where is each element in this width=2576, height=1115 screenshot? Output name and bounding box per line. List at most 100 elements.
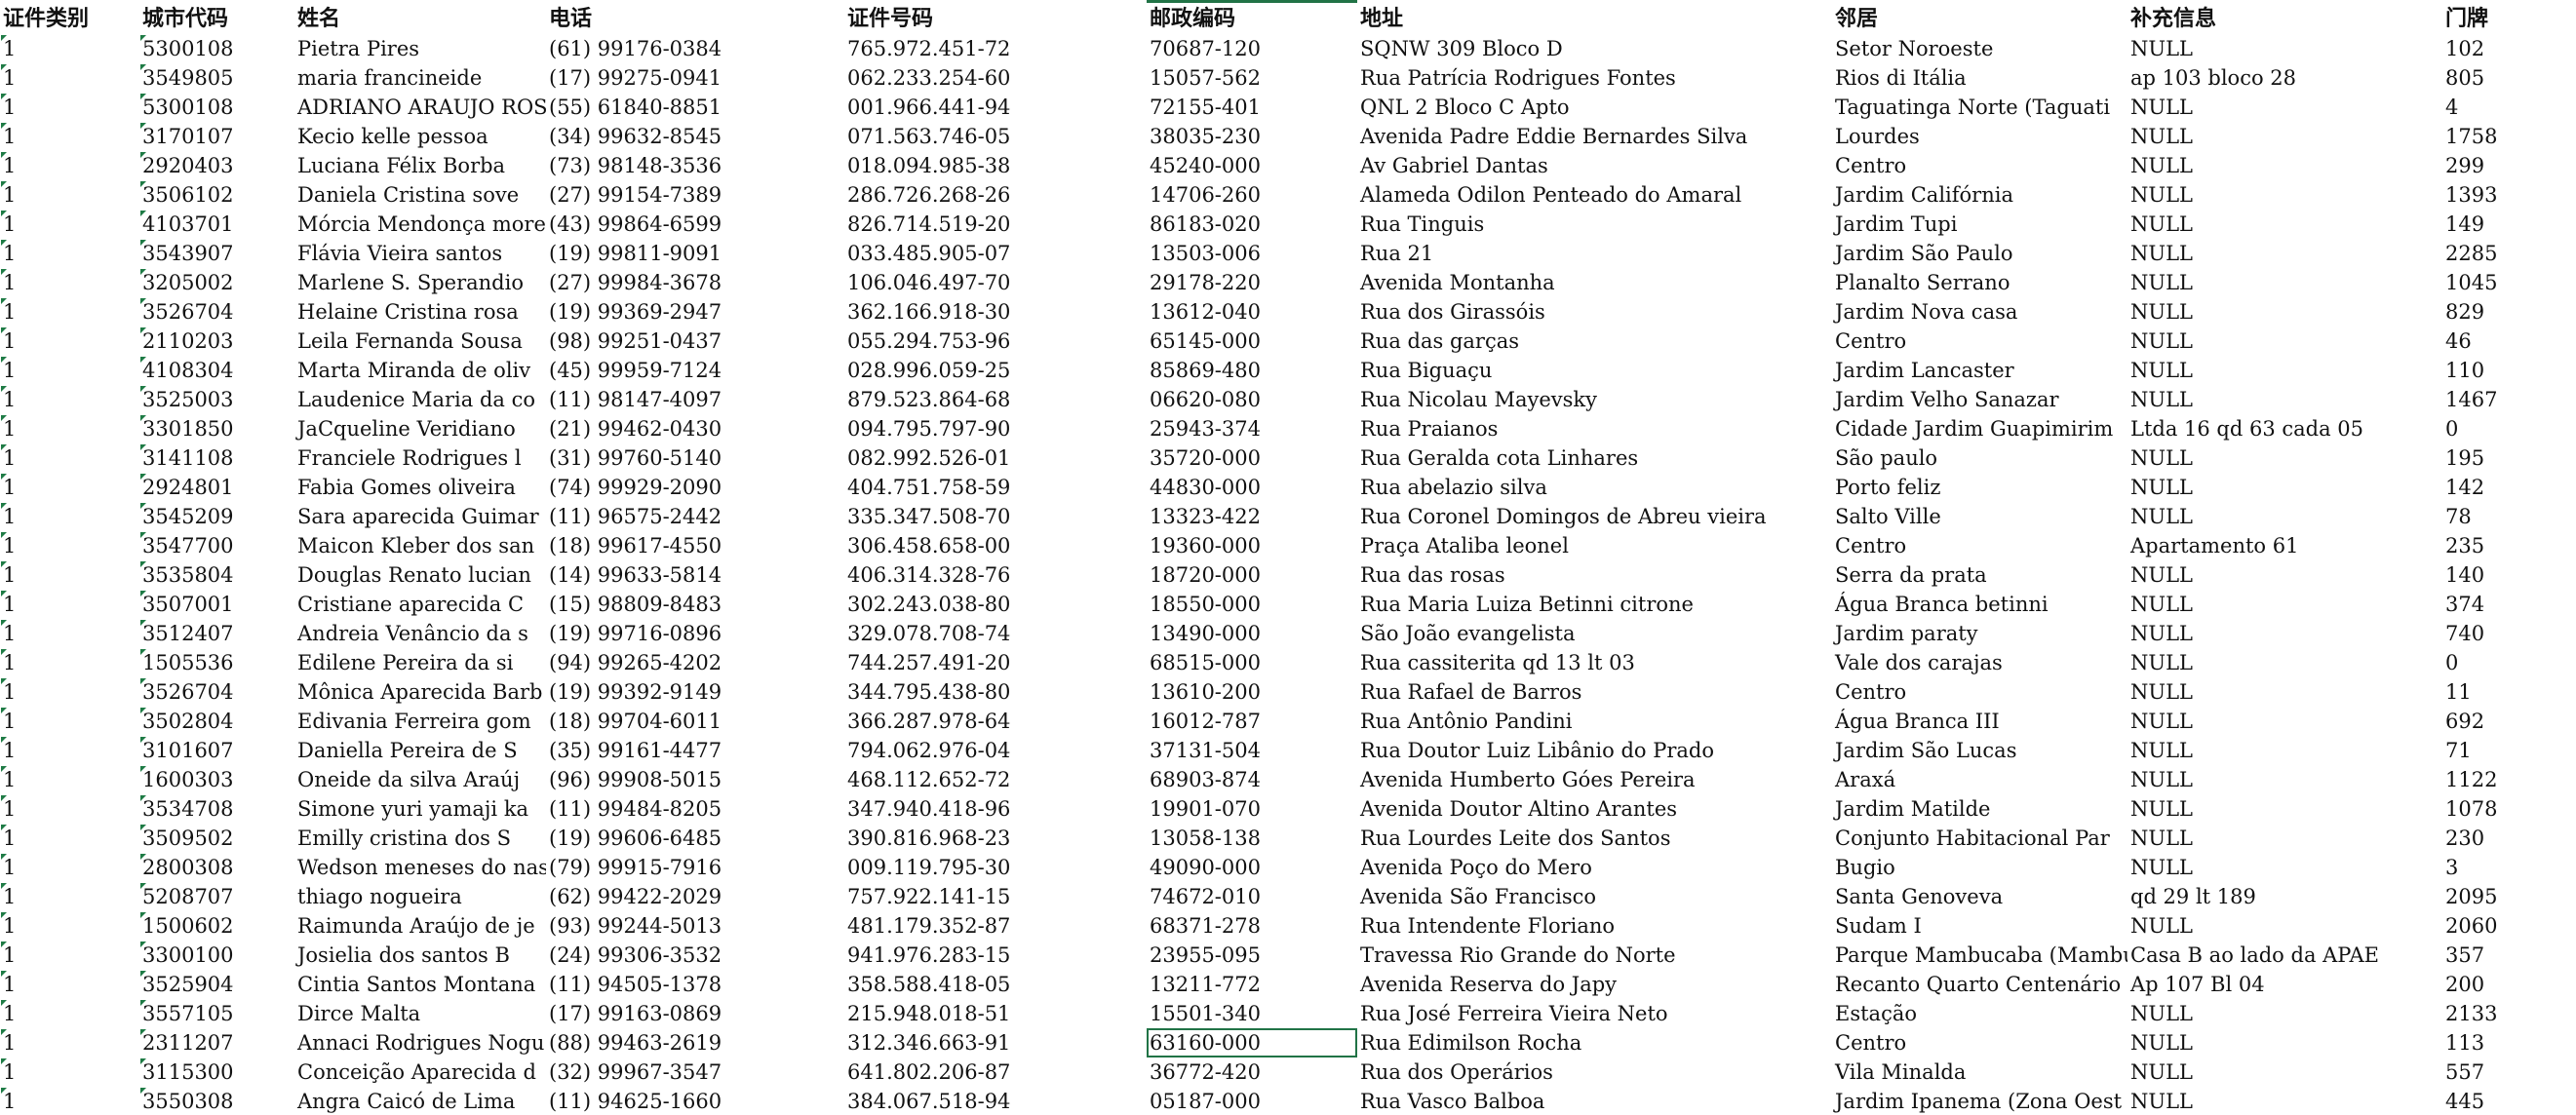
cell-address[interactable]: Rua Lourdes Leite dos Santos bbox=[1357, 824, 1832, 853]
cell-id-type[interactable]: 1 bbox=[0, 151, 139, 180]
cell-address[interactable]: Rua Praianos bbox=[1357, 414, 1832, 443]
cell-house-number[interactable]: 102 bbox=[2442, 34, 2576, 63]
spreadsheet-grid[interactable]: 证件类别 城市代码 姓名 电话 证件号码 邮政编码 地址 邻居 补充信息 门牌 1 5300108 Pi… bbox=[0, 0, 2576, 1115]
cell-city-code[interactable]: 5208707 bbox=[139, 882, 294, 911]
cell-postal-code[interactable]: 68515-000 bbox=[1147, 648, 1357, 677]
cell-house-number[interactable]: 113 bbox=[2442, 1028, 2576, 1057]
cell-name[interactable]: Laudenice Maria da co bbox=[294, 385, 546, 414]
cell-city-code[interactable]: 4103701 bbox=[139, 210, 294, 239]
cell-postal-code[interactable]: 63160-000 bbox=[1147, 1028, 1357, 1057]
cell-phone[interactable]: (11) 99484-8205 bbox=[546, 794, 844, 824]
cell-address[interactable]: SQNW 309 Bloco D bbox=[1357, 34, 1832, 63]
cell-name[interactable]: Mônica Aparecida Barb bbox=[294, 677, 546, 707]
cell-neighborhood[interactable]: Vila Minalda bbox=[1832, 1057, 2127, 1087]
cell-neighborhood[interactable]: Jardim Lancaster bbox=[1832, 356, 2127, 385]
cell-id-type[interactable]: 1 bbox=[0, 502, 139, 531]
cell-address[interactable]: Praça Ataliba leonel bbox=[1357, 531, 1832, 560]
cell-address[interactable]: Avenida Montanha bbox=[1357, 268, 1832, 297]
cell-id-type[interactable]: 1 bbox=[0, 1057, 139, 1087]
cell-neighborhood[interactable]: Serra da prata bbox=[1832, 560, 2127, 590]
cell-document-number[interactable]: 468.112.652-72 bbox=[844, 765, 1147, 794]
table-row[interactable]: 1 3115300 Conceição Aparecida d (32) 99967-… bbox=[0, 1057, 2576, 1087]
cell-phone[interactable]: (11) 98147-4097 bbox=[546, 385, 844, 414]
cell-name[interactable]: ADRIANO ARAUJO ROSA bbox=[294, 93, 546, 122]
cell-document-number[interactable]: 215.948.018-51 bbox=[844, 999, 1147, 1028]
cell-city-code[interactable]: 3115300 bbox=[139, 1057, 294, 1087]
cell-neighborhood[interactable]: Setor Noroeste bbox=[1832, 34, 2127, 63]
cell-city-code[interactable]: 1600303 bbox=[139, 765, 294, 794]
cell-house-number[interactable]: 1078 bbox=[2442, 794, 2576, 824]
cell-neighborhood[interactable]: Bugio bbox=[1832, 853, 2127, 882]
cell-document-number[interactable]: 744.257.491-20 bbox=[844, 648, 1147, 677]
cell-house-number[interactable]: 374 bbox=[2442, 590, 2576, 619]
cell-id-type[interactable]: 1 bbox=[0, 297, 139, 327]
cell-id-type[interactable]: 1 bbox=[0, 1028, 139, 1057]
cell-address[interactable]: Rua Patrícia Rodrigues Fontes bbox=[1357, 63, 1832, 93]
cell-complement[interactable]: NULL bbox=[2127, 1028, 2442, 1057]
cell-id-type[interactable]: 1 bbox=[0, 970, 139, 999]
header-cell-house-number[interactable]: 门牌 bbox=[2442, 5, 2576, 34]
cell-house-number[interactable]: 195 bbox=[2442, 443, 2576, 473]
cell-postal-code[interactable]: 13610-200 bbox=[1147, 677, 1357, 707]
cell-complement[interactable]: NULL bbox=[2127, 1087, 2442, 1115]
cell-neighborhood[interactable]: Água Branca III bbox=[1832, 707, 2127, 736]
cell-address[interactable]: Avenida Humberto Góes Pereira bbox=[1357, 765, 1832, 794]
cell-id-type[interactable]: 1 bbox=[0, 677, 139, 707]
cell-name[interactable]: Sara aparecida Guimar bbox=[294, 502, 546, 531]
cell-house-number[interactable]: 1467 bbox=[2442, 385, 2576, 414]
cell-postal-code[interactable]: 18550-000 bbox=[1147, 590, 1357, 619]
cell-name[interactable]: Cintia Santos Montana bbox=[294, 970, 546, 999]
table-row[interactable]: 1 2920403 Luciana Félix Borba (73) 98148-35… bbox=[0, 151, 2576, 180]
cell-document-number[interactable]: 286.726.268-26 bbox=[844, 180, 1147, 210]
cell-postal-code[interactable]: 70687-120 bbox=[1147, 34, 1357, 63]
cell-phone[interactable]: (27) 99154-7389 bbox=[546, 180, 844, 210]
cell-phone[interactable]: (19) 99716-0896 bbox=[546, 619, 844, 648]
cell-complement[interactable]: NULL bbox=[2127, 443, 2442, 473]
cell-city-code[interactable]: 3300100 bbox=[139, 941, 294, 970]
cell-phone[interactable]: (14) 99633-5814 bbox=[546, 560, 844, 590]
table-row[interactable]: 1 3170107 Kecio kelle pessoa (34) 99632-854… bbox=[0, 122, 2576, 151]
cell-address[interactable]: Rua dos Girassóis bbox=[1357, 297, 1832, 327]
table-row[interactable]: 1 2311207 Annaci Rodrigues Nogu (88) 99463-… bbox=[0, 1028, 2576, 1057]
cell-id-type[interactable]: 1 bbox=[0, 911, 139, 941]
cell-neighborhood[interactable]: Jardim Matilde bbox=[1832, 794, 2127, 824]
cell-address[interactable]: Rua Rafael de Barros bbox=[1357, 677, 1832, 707]
cell-house-number[interactable]: 829 bbox=[2442, 297, 2576, 327]
cell-address[interactable]: QNL 2 Bloco C Apto bbox=[1357, 93, 1832, 122]
cell-phone[interactable]: (74) 99929-2090 bbox=[546, 473, 844, 502]
cell-complement[interactable]: NULL bbox=[2127, 122, 2442, 151]
cell-document-number[interactable]: 009.119.795-30 bbox=[844, 853, 1147, 882]
cell-complement[interactable]: NULL bbox=[2127, 180, 2442, 210]
cell-address[interactable]: Rua abelazio silva bbox=[1357, 473, 1832, 502]
cell-city-code[interactable]: 2800308 bbox=[139, 853, 294, 882]
header-cell-neighborhood[interactable]: 邻居 bbox=[1832, 5, 2127, 34]
cell-document-number[interactable]: 757.922.141-15 bbox=[844, 882, 1147, 911]
cell-name[interactable]: Oneide da silva Araúj bbox=[294, 765, 546, 794]
table-row[interactable]: 1 3534708 Simone yuri yamaji ka (11) 99484-… bbox=[0, 794, 2576, 824]
cell-address[interactable]: Rua Intendente Floriano bbox=[1357, 911, 1832, 941]
cell-address[interactable]: Rua Geralda cota Linhares bbox=[1357, 443, 1832, 473]
cell-name[interactable]: Pietra Pires bbox=[294, 34, 546, 63]
cell-address[interactable]: Rua dos Operários bbox=[1357, 1057, 1832, 1087]
cell-document-number[interactable]: 366.287.978-64 bbox=[844, 707, 1147, 736]
cell-city-code[interactable]: 3547700 bbox=[139, 531, 294, 560]
header-cell-id-type[interactable]: 证件类别 bbox=[0, 5, 139, 34]
cell-document-number[interactable]: 941.976.283-15 bbox=[844, 941, 1147, 970]
cell-complement[interactable]: NULL bbox=[2127, 648, 2442, 677]
cell-address[interactable]: Rua das garças bbox=[1357, 327, 1832, 356]
cell-address[interactable]: Rua Tinguis bbox=[1357, 210, 1832, 239]
cell-name[interactable]: Edilene Pereira da si bbox=[294, 648, 546, 677]
cell-document-number[interactable]: 028.996.059-25 bbox=[844, 356, 1147, 385]
cell-id-type[interactable]: 1 bbox=[0, 736, 139, 765]
cell-complement[interactable]: NULL bbox=[2127, 327, 2442, 356]
cell-neighborhood[interactable]: Conjunto Habitacional Par bbox=[1832, 824, 2127, 853]
table-row[interactable]: 1 2924801 Fabia Gomes oliveira (74) 99929-2… bbox=[0, 473, 2576, 502]
cell-address[interactable]: Travessa Rio Grande do Norte bbox=[1357, 941, 1832, 970]
cell-document-number[interactable]: 018.094.985-38 bbox=[844, 151, 1147, 180]
table-row[interactable]: 1 2800308 Wedson meneses do nas (79) 99915-… bbox=[0, 853, 2576, 882]
cell-postal-code[interactable]: 68903-874 bbox=[1147, 765, 1357, 794]
cell-address[interactable]: Rua Edimilson Rocha bbox=[1357, 1028, 1832, 1057]
cell-city-code[interactable]: 3543907 bbox=[139, 239, 294, 268]
cell-complement[interactable]: NULL bbox=[2127, 239, 2442, 268]
cell-house-number[interactable]: 1045 bbox=[2442, 268, 2576, 297]
